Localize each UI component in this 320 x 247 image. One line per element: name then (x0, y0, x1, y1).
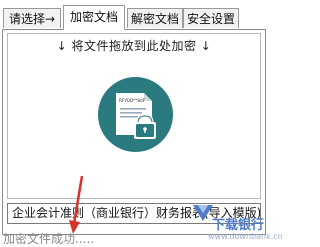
encrypt-panel: ↓ 将文件拖放到此处加密 ↓ RFYOD**8dF 企业会计准则（商业银行）财务… (2, 29, 266, 235)
watermark-url: www.downbank.cn (208, 232, 283, 241)
file-drop-zone[interactable]: ↓ 将文件拖放到此处加密 ↓ RFYOD**8dF (7, 33, 261, 199)
tab-encrypt-document[interactable]: 加密文档 (63, 5, 125, 30)
tab-bar: 请选择→ 加密文档 解密文档 安全设置 (0, 0, 268, 30)
tab-decrypt-document[interactable]: 解密文档 (127, 8, 183, 28)
svg-text:RFYOD**8dF: RFYOD**8dF (119, 98, 146, 103)
watermark-text: 下载银行 (212, 218, 265, 233)
tab-security-settings[interactable]: 安全设置 (183, 8, 239, 28)
drop-hint: ↓ 将文件拖放到此处加密 ↓ (56, 39, 212, 53)
tab-select[interactable]: 请选择→ (3, 8, 61, 28)
red-arrow-annotation (69, 175, 84, 234)
encrypted-document-lock-icon: RFYOD**8dF (98, 77, 173, 152)
